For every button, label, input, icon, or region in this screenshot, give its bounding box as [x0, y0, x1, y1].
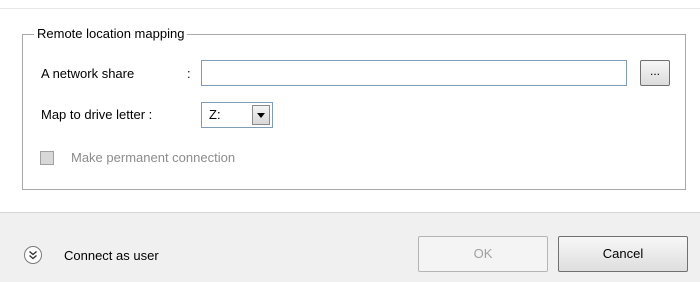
- cancel-button[interactable]: Cancel: [558, 236, 688, 272]
- network-share-input[interactable]: [201, 60, 627, 86]
- ok-button[interactable]: OK: [418, 236, 548, 272]
- network-share-label: A network share: [41, 66, 135, 81]
- chevron-double-down-icon[interactable]: [24, 246, 42, 264]
- drive-letter-value: Z:: [209, 107, 221, 122]
- network-share-colon: :: [187, 66, 191, 81]
- dropdown-arrow-icon[interactable]: [252, 105, 270, 125]
- connect-as-user-label[interactable]: Connect as user: [64, 248, 159, 264]
- drive-letter-label: Map to drive letter :: [41, 107, 153, 122]
- browse-button[interactable]: ...: [640, 60, 670, 86]
- drive-letter-select[interactable]: Z:: [201, 102, 273, 128]
- top-divider: [0, 8, 700, 9]
- group-title: Remote location mapping: [34, 26, 188, 42]
- permanent-connection-label: Make permanent connection: [71, 150, 236, 165]
- permanent-connection-checkbox[interactable]: [40, 151, 54, 165]
